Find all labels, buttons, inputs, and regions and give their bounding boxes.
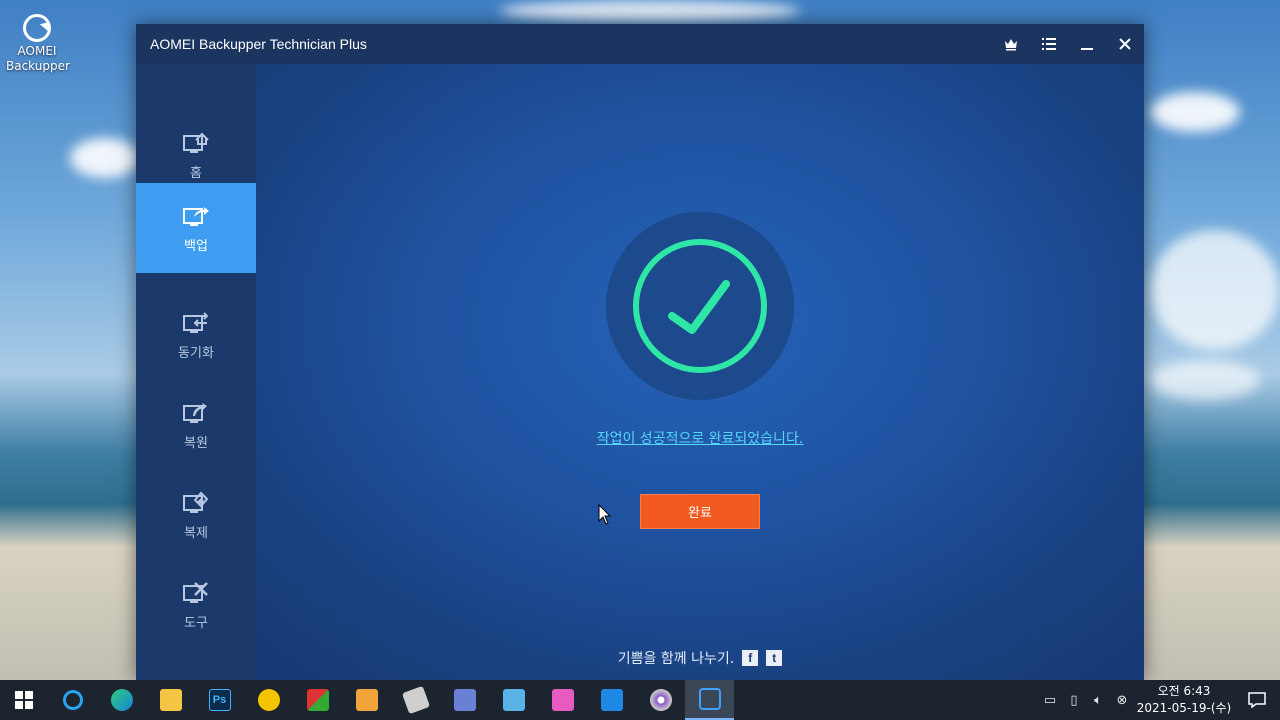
success-message-link[interactable]: 작업이 성공적으로 완료되었습니다.: [256, 428, 1144, 448]
sync-icon: [183, 311, 209, 333]
photoshop-icon: Ps: [208, 689, 231, 711]
upgrade-crown-button[interactable]: [992, 24, 1030, 64]
sidebar-item-clone[interactable]: 복제: [136, 470, 256, 560]
taskbar-app-triangle[interactable]: [244, 680, 293, 720]
taskbar-app-tool[interactable]: [489, 680, 538, 720]
share-row: 기쁨을 함께 나누기. f t: [256, 648, 1144, 668]
window-title: AOMEI Backupper Technician Plus: [150, 36, 367, 52]
taskbar-file-explorer[interactable]: [146, 680, 195, 720]
menu-list-icon: [1042, 38, 1056, 50]
sidebar-item-label: 동기화: [178, 345, 214, 361]
app-drive-icon: [401, 685, 430, 715]
app-green-icon: [306, 689, 329, 711]
edge-icon: [110, 689, 133, 711]
menu-button[interactable]: [1030, 24, 1068, 64]
mouse-cursor-icon: [598, 504, 612, 525]
app-mouse-icon: [453, 689, 476, 711]
windows-start-icon: [15, 691, 33, 709]
app-network-icon: [600, 689, 623, 711]
app-triangle-icon: [257, 689, 280, 711]
desktop-icon-label-line1: AOMEI: [17, 44, 57, 58]
system-tray: ▭ ▯ 🔈︎ ⊗ 오전 6:43 2021-05-19-(수): [1038, 680, 1280, 720]
taskbar-internet-explorer[interactable]: [48, 680, 97, 720]
success-check-icon: [633, 239, 767, 373]
cloud: [1150, 360, 1260, 400]
notification-icon: [1248, 692, 1266, 708]
close-button[interactable]: [1106, 24, 1144, 64]
restore-icon: [183, 402, 207, 423]
backup-icon: [183, 206, 209, 226]
taskbar-app-tiles[interactable]: [538, 680, 587, 720]
aomei-backupper-icon: [698, 688, 721, 710]
done-button[interactable]: 완료: [640, 494, 760, 529]
desktop-icon-label-line2: Backupper: [6, 59, 70, 73]
taskbar-app-disc[interactable]: [636, 680, 685, 720]
taskbar: Ps ▭ ▯ 🔈︎ ⊗ 오전 6:43 2021-05-19-(수): [0, 680, 1280, 720]
aomei-backupper-icon: [23, 14, 51, 42]
twitter-icon[interactable]: t: [766, 650, 783, 666]
cloud: [1150, 92, 1240, 132]
taskbar-app-drive[interactable]: [391, 680, 440, 720]
app-window: AOMEI Backupper Technician Plus 홈 백업 동기화: [136, 24, 1144, 680]
sidebar-item-sync[interactable]: 동기화: [136, 290, 256, 380]
share-text: 기쁨을 함께 나누기.: [617, 651, 735, 667]
app-search-icon: [355, 689, 378, 711]
cloud: [70, 138, 140, 178]
home-icon: [183, 132, 209, 153]
clock-time: 오전 6:43: [1157, 684, 1211, 698]
sidebar-item-label: 복원: [184, 435, 208, 451]
sidebar-item-backup[interactable]: 백업: [136, 183, 256, 273]
cloud: [1150, 230, 1280, 350]
taskbar-photoshop[interactable]: Ps: [195, 680, 244, 720]
clock[interactable]: 오전 6:43 2021-05-19-(수): [1134, 683, 1234, 717]
app-tool-icon: [502, 689, 525, 711]
sidebar-item-restore[interactable]: 복원: [136, 380, 256, 470]
usb-icon[interactable]: ▯: [1062, 680, 1086, 720]
cloud: [500, 0, 800, 22]
error-icon[interactable]: ⊗: [1110, 680, 1134, 720]
main-panel: 작업이 성공적으로 완료되었습니다. 완료 기쁨을 함께 나누기. f t: [256, 64, 1144, 680]
tools-icon: [183, 581, 208, 603]
taskbar-app-green[interactable]: [293, 680, 342, 720]
desktop-icon-aomei-backupper[interactable]: AOMEI Backupper: [6, 14, 70, 74]
network-icon[interactable]: ▭: [1038, 680, 1062, 720]
app-tiles-icon: [551, 689, 574, 711]
taskbar-app-mouse[interactable]: [440, 680, 489, 720]
notification-center-button[interactable]: [1234, 680, 1280, 720]
taskbar-app-search[interactable]: [342, 680, 391, 720]
clock-date: 2021-05-19-(수): [1136, 701, 1232, 715]
sidebar-item-label: 도구: [184, 615, 208, 631]
facebook-icon[interactable]: f: [742, 650, 759, 666]
internet-explorer-icon: [62, 690, 83, 710]
crown-icon: [1005, 39, 1017, 51]
sidebar-item-label: 복제: [184, 525, 208, 541]
taskbar-aomei-backupper[interactable]: [685, 680, 734, 720]
app-disc-icon: [649, 689, 672, 711]
clone-icon: [183, 491, 209, 513]
file-explorer-icon: [159, 689, 182, 711]
taskbar-app-network[interactable]: [587, 680, 636, 720]
success-badge: [606, 212, 794, 400]
start-button[interactable]: [0, 680, 48, 720]
title-bar: AOMEI Backupper Technician Plus: [136, 24, 1144, 64]
sidebar-item-label: 홈: [190, 165, 202, 181]
minimize-icon: [1081, 48, 1093, 50]
sidebar-item-label: 백업: [184, 238, 208, 254]
volume-icon[interactable]: 🔈︎: [1086, 680, 1110, 720]
close-icon: [1119, 38, 1131, 50]
minimize-button[interactable]: [1068, 24, 1106, 64]
sidebar: 홈 백업 동기화 복원 복제 도구: [136, 64, 256, 680]
sidebar-item-tools[interactable]: 도구: [136, 560, 256, 650]
taskbar-edge[interactable]: [97, 680, 146, 720]
